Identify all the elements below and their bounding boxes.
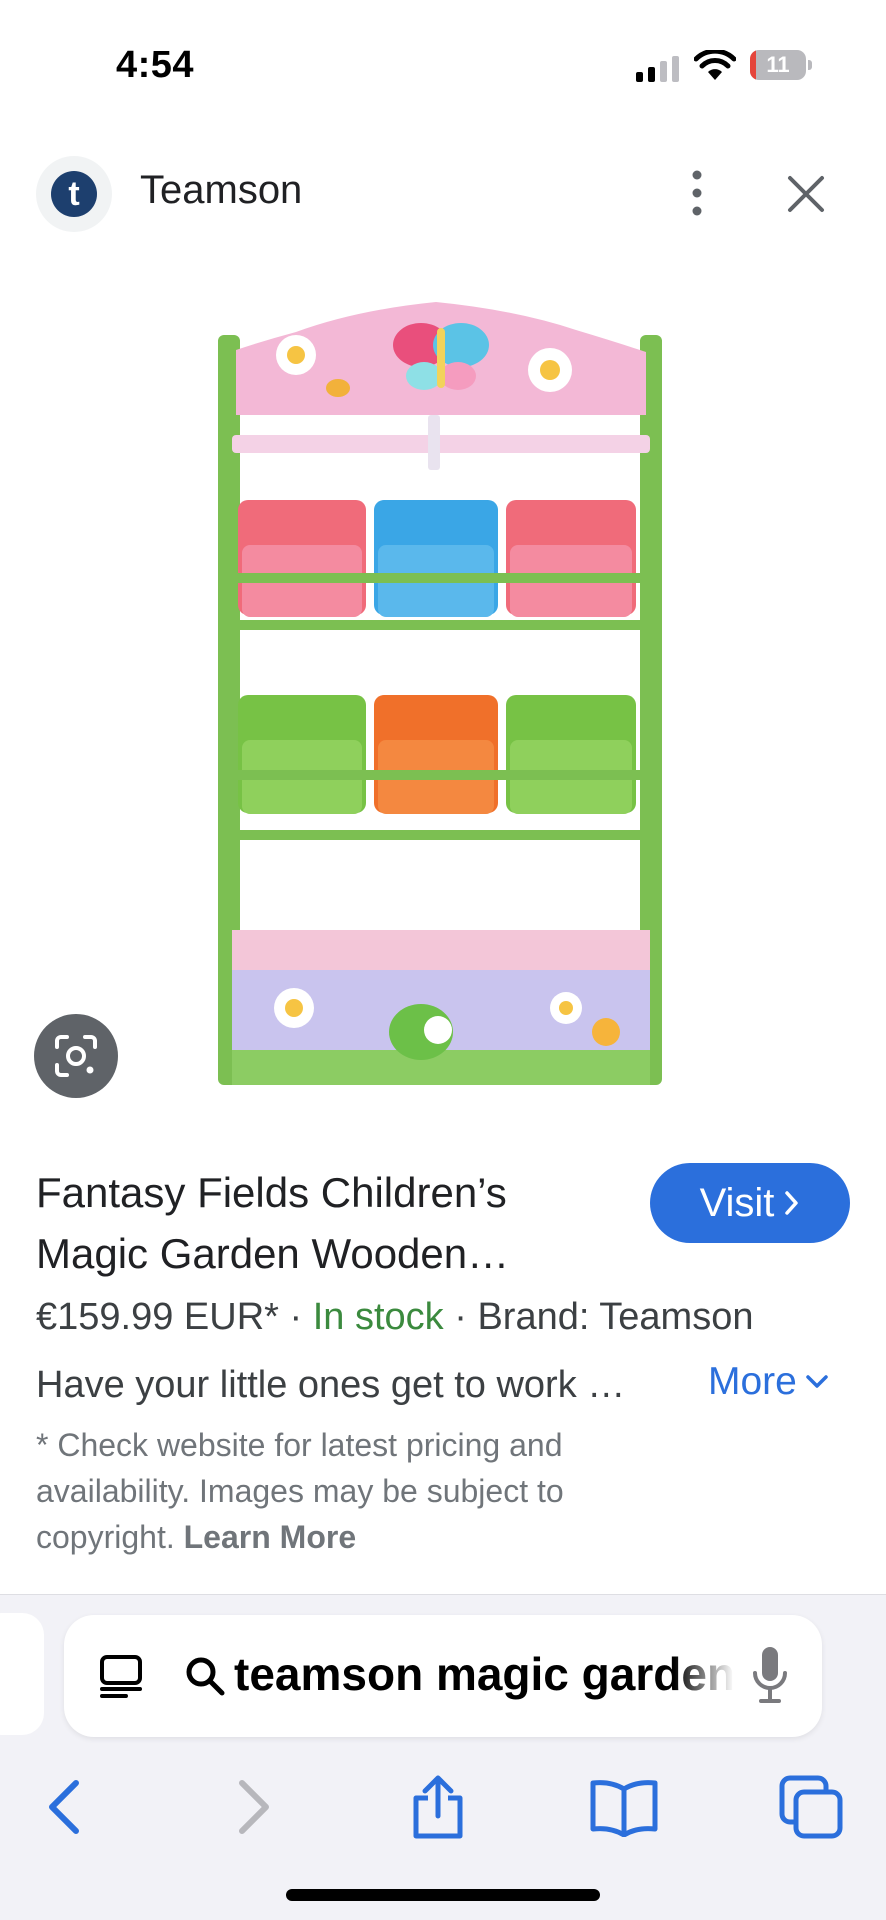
back-arrow-icon — [49, 1780, 79, 1834]
reader-icon[interactable] — [98, 1653, 144, 1699]
learn-more-link[interactable]: Learn More — [184, 1519, 356, 1555]
site-name[interactable]: Teamson — [140, 168, 302, 213]
status-time: 4:54 — [116, 44, 195, 86]
cellular-signal-icon — [636, 56, 679, 82]
more-vert-icon[interactable] — [680, 168, 714, 218]
chevron-right-icon — [785, 1191, 799, 1215]
separator-dot: · — [443, 1296, 478, 1338]
product-price: €159.99 EUR* — [36, 1296, 279, 1338]
product-title[interactable]: Fantasy Fields Children’s Magic Garden W… — [36, 1162, 616, 1284]
visit-button[interactable]: Visit — [650, 1163, 850, 1243]
tabs-icon — [779, 1775, 843, 1839]
browser-toolbar: teamson magic garden — [0, 1594, 886, 1920]
tabs-button[interactable] — [772, 1767, 852, 1847]
status-bar: 4:54 11 — [0, 0, 886, 120]
back-button[interactable] — [24, 1767, 104, 1847]
product-description: Have your little ones get to work … — [36, 1364, 626, 1406]
site-logo-letter: t — [51, 171, 97, 217]
address-text[interactable]: teamson magic garden — [234, 1647, 734, 1707]
chevron-down-icon — [806, 1375, 828, 1388]
disclaimer: * Check website for latest pricing and a… — [36, 1422, 656, 1560]
search-icon — [186, 1657, 225, 1696]
more-label: More — [708, 1360, 797, 1403]
address-bar[interactable]: teamson magic garden — [64, 1615, 822, 1737]
site-logo[interactable]: t — [36, 156, 112, 232]
separator-dot: · — [278, 1296, 313, 1338]
google-lens-button[interactable] — [34, 1014, 118, 1098]
site-header: t Teamson — [0, 150, 886, 234]
more-button[interactable]: More — [708, 1360, 829, 1404]
battery-level: 11 — [766, 52, 790, 77]
wifi-icon — [694, 50, 736, 80]
product-brand: Brand: Teamson — [477, 1296, 754, 1338]
forward-button[interactable] — [214, 1767, 294, 1847]
google-lens-icon — [55, 1035, 97, 1077]
close-icon[interactable] — [784, 172, 828, 216]
battery-indicator: 11 — [750, 50, 812, 80]
visit-button-label: Visit — [699, 1180, 775, 1225]
share-icon — [413, 1775, 463, 1839]
bookmarks-button[interactable] — [584, 1767, 664, 1847]
bookmarks-icon — [590, 1780, 658, 1837]
home-indicator — [286, 1889, 600, 1901]
forward-arrow-icon — [239, 1780, 269, 1834]
price-line: €159.99 EUR* · In stock · Brand: Teamson — [36, 1296, 753, 1339]
stock-status: In stock — [312, 1296, 444, 1338]
share-button[interactable] — [398, 1767, 478, 1847]
microphone-icon[interactable] — [750, 1645, 790, 1705]
product-image[interactable] — [206, 290, 676, 1090]
previous-tab-edge[interactable] — [0, 1613, 44, 1735]
